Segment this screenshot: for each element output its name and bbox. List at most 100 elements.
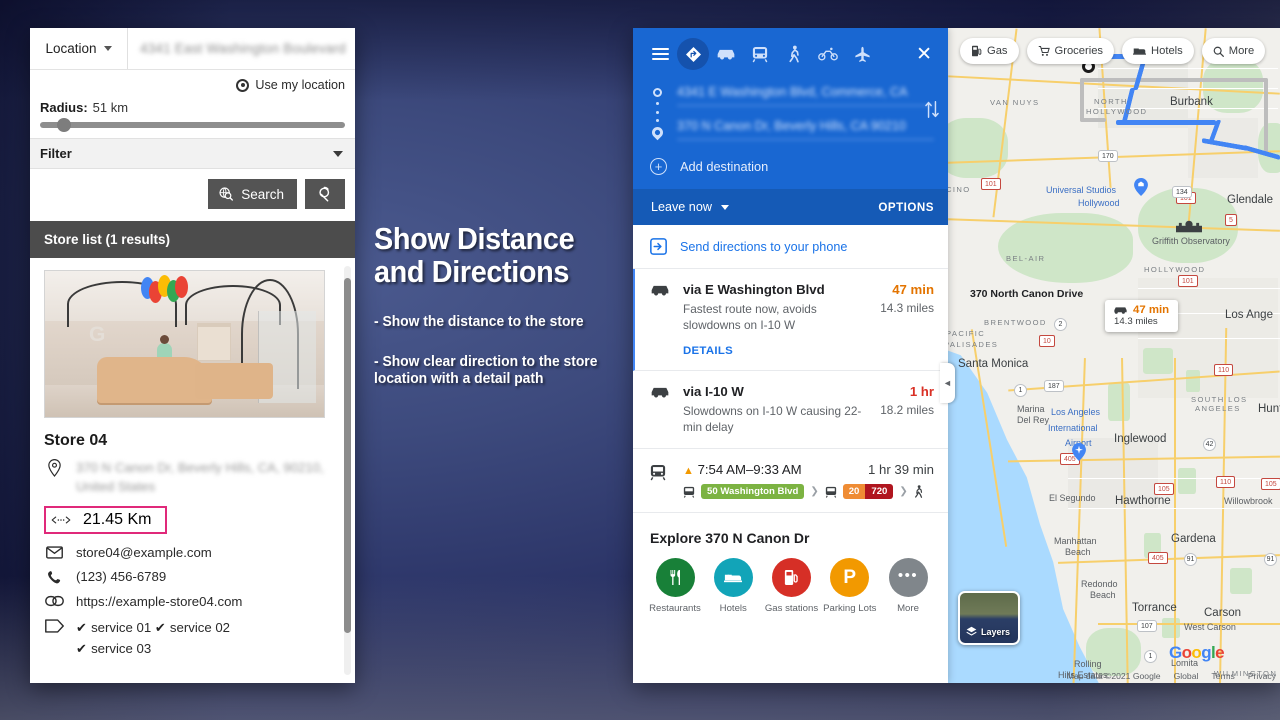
- service-item: service 02: [169, 620, 231, 636]
- plus-icon: +: [650, 158, 667, 175]
- options-button[interactable]: OPTIONS: [878, 201, 934, 214]
- map-footer-global[interactable]: Global: [1174, 671, 1199, 681]
- poi-pin-universal-studios[interactable]: [1134, 178, 1148, 196]
- search-again-button[interactable]: [305, 179, 345, 209]
- store-email-row[interactable]: store04@example.com: [44, 545, 341, 560]
- explore-label: Restaurants: [649, 603, 701, 615]
- store-phone: (123) 456-6789: [76, 569, 167, 585]
- address-input[interactable]: 4341 East Washington Boulevard: [128, 28, 355, 69]
- caption-title-line1: Show Distance: [374, 221, 575, 256]
- map-place-label: Hollywood: [1078, 198, 1120, 208]
- map-place-label: CINO: [948, 185, 971, 194]
- map-place-label: Universal Studios: [1046, 185, 1117, 195]
- alternate-route-line[interactable]: [1264, 78, 1268, 156]
- scrollbar-thumb[interactable]: [344, 278, 351, 633]
- walk-icon: [789, 45, 799, 63]
- send-to-phone-row[interactable]: Send directions to your phone: [633, 225, 948, 269]
- destination-input[interactable]: 370 N Canon Dr, Beverly Hills, CA 90210: [677, 116, 934, 140]
- route-line[interactable]: [1116, 120, 1216, 125]
- store-locator-panel: Location 4341 East Washington Boulevard …: [30, 28, 355, 683]
- chip-hotels[interactable]: Hotels: [1122, 38, 1194, 64]
- use-my-location-label: Use my location: [255, 78, 345, 92]
- add-destination-button[interactable]: + Add destination: [633, 154, 948, 189]
- highway-shield: 101: [981, 178, 1001, 190]
- filter-accordion[interactable]: Filter: [30, 138, 355, 169]
- map-footer-terms[interactable]: Terms: [1211, 671, 1234, 681]
- send-to-phone-label: Send directions to your phone: [680, 239, 848, 254]
- explore-restaurants[interactable]: Restaurants: [647, 558, 703, 614]
- leave-now-select[interactable]: Leave now: [651, 200, 729, 214]
- origin-input[interactable]: 4341 E Washington Blvd, Commerce, CA: [677, 82, 934, 106]
- explore-parking[interactable]: P Parking Lots: [822, 558, 878, 614]
- location-type-select[interactable]: Location: [30, 28, 128, 69]
- route-details-button[interactable]: DETAILS: [683, 345, 934, 357]
- menu-button[interactable]: [643, 38, 677, 70]
- alternate-route-line[interactable]: [1080, 78, 1268, 82]
- map-footer-privacy[interactable]: Privacy: [1248, 671, 1276, 681]
- mode-driving[interactable]: [709, 38, 743, 70]
- alternate-route-line[interactable]: [1080, 118, 1106, 122]
- radius-value: 51 km: [92, 100, 129, 115]
- chevron-right-icon: ❯: [810, 486, 819, 498]
- directions-link[interactable]: Directions: [44, 668, 341, 683]
- mode-cycling[interactable]: [811, 38, 845, 70]
- map-destination-label: 370 North Canon Drive: [970, 288, 1084, 300]
- mode-flights[interactable]: [845, 38, 879, 70]
- map-place-label: HOLLYWOOD: [1086, 107, 1148, 116]
- directions-header: ✕ 4341 E Washington Blvd, Commerce, CA 3…: [633, 28, 948, 189]
- travel-mode-row: ✕: [633, 28, 948, 74]
- map-place-label: Glendale: [1227, 194, 1274, 206]
- explore-gas[interactable]: Gas stations: [764, 558, 820, 614]
- map-place-label: Manhattan: [1054, 536, 1097, 546]
- store-website-row[interactable]: https://example-store04.com: [44, 594, 341, 609]
- poi-pin-airport[interactable]: [1072, 443, 1086, 461]
- radius-slider[interactable]: [30, 115, 355, 138]
- use-my-location-button[interactable]: Use my location: [30, 70, 355, 96]
- swap-icon: [925, 100, 939, 119]
- mode-transit[interactable]: [743, 38, 777, 70]
- store-services: ✔ service 01 ✔ service 02 ✔ service 03: [76, 618, 230, 659]
- eta-callout[interactable]: 47 min 14.3 miles: [1105, 300, 1179, 332]
- radius-slider-knob[interactable]: [56, 118, 71, 132]
- chip-more[interactable]: More: [1201, 38, 1266, 64]
- map-place-label: Del Rey: [1017, 415, 1050, 425]
- mode-walking[interactable]: [777, 38, 811, 70]
- explore-more[interactable]: ••• More: [880, 558, 936, 614]
- close-button[interactable]: ✕: [916, 45, 938, 64]
- alternate-route-line[interactable]: [1080, 78, 1084, 122]
- chip-gas[interactable]: Gas: [960, 38, 1019, 64]
- store-card[interactable]: G Store 04 370 N Canon Dr, Beverly Hills…: [30, 258, 355, 683]
- map-place-label: Santa Monica: [958, 358, 1029, 370]
- bike-icon: [818, 47, 838, 61]
- chip-label: Groceries: [1054, 45, 1104, 57]
- flight-icon: [854, 46, 870, 62]
- service-item: service 01: [91, 620, 152, 636]
- route-option-1[interactable]: via E Washington Blvd 47 min Fastest rou…: [633, 269, 948, 371]
- chevron-down-icon: [103, 46, 112, 51]
- map-view[interactable]: VAN NUYS NORTH HOLLYWOOD Burbank CINO Univers…: [948, 28, 1280, 683]
- route-option-transit[interactable]: ▲ 7:54 AM–9:33 AM 1 hr 39 min 50 Washing…: [633, 449, 948, 514]
- map-place-label: Rolling: [1074, 659, 1102, 669]
- search-button[interactable]: Search: [208, 179, 297, 209]
- add-destination-label: Add destination: [680, 159, 769, 174]
- map-place-label: Torrance: [1132, 602, 1177, 614]
- google-maps-window: VAN NUYS NORTH HOLLYWOOD Burbank CINO Univers…: [633, 28, 1280, 683]
- route-option-2[interactable]: via I-10 W 1 hr Slowdowns on I-10 W caus…: [633, 371, 948, 450]
- transit-leg-badge: 720: [865, 484, 894, 500]
- map-category-chips: Gas Groceries Hotels More: [960, 38, 1266, 64]
- store-phone-row[interactable]: (123) 456-6789: [44, 569, 341, 585]
- route-name: via I-10 W: [683, 383, 744, 399]
- explore-hotels[interactable]: Hotels: [705, 558, 761, 614]
- store-list-scroll[interactable]: G Store 04 370 N Canon Dr, Beverly Hills…: [30, 258, 355, 683]
- chip-groceries[interactable]: Groceries: [1026, 38, 1115, 64]
- mode-best-route[interactable]: [677, 38, 709, 70]
- collapse-panel-button[interactable]: ◄: [940, 363, 955, 403]
- map-place-label: International: [1048, 423, 1098, 433]
- google-watermark: Google: [1169, 643, 1225, 662]
- store-distance: 21.45 Km: [83, 511, 152, 529]
- layers-button[interactable]: Layers: [958, 591, 1020, 645]
- walk-icon: [914, 485, 922, 498]
- swap-route-button[interactable]: [924, 100, 940, 122]
- radius-slider-track[interactable]: [40, 118, 345, 132]
- route-shield: 42: [1203, 438, 1216, 451]
